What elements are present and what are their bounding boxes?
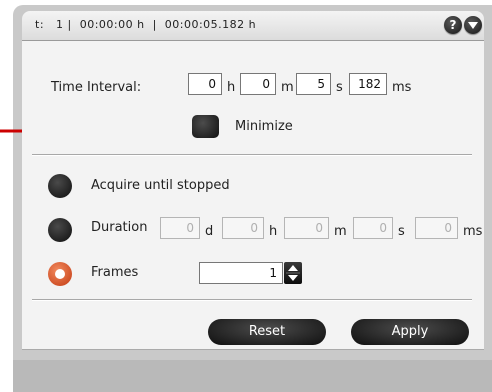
- frames-stepper[interactable]: [284, 262, 302, 284]
- interval-seconds-unit: s: [336, 80, 343, 95]
- duration-days-unit: d: [205, 224, 214, 239]
- frames-label: Frames: [91, 265, 139, 280]
- divider: [32, 154, 472, 156]
- apply-button[interactable]: Apply: [351, 319, 469, 345]
- duration-days-input[interactable]: 0: [160, 217, 200, 239]
- duration-seconds-unit: s: [398, 224, 405, 239]
- minimize-label: Minimize: [235, 119, 293, 134]
- interval-minutes-unit: m: [281, 80, 294, 95]
- frames-input[interactable]: 1: [199, 262, 283, 284]
- reset-button[interactable]: Reset: [208, 319, 326, 345]
- duration-ms-unit: ms: [463, 224, 483, 239]
- status-readout: t: 1 | 00:00:00 h | 00:00:05.182 h: [35, 18, 257, 31]
- duration-ms-input[interactable]: 0: [415, 217, 458, 239]
- duration-label: Duration: [91, 220, 148, 235]
- interval-milliseconds-unit: ms: [392, 80, 412, 95]
- divider: [32, 299, 472, 301]
- interval-hours-unit: h: [227, 80, 236, 95]
- stepper-arrows-icon: [286, 265, 300, 281]
- acquire-until-stopped-radio[interactable]: [48, 174, 72, 198]
- duration-hours-unit: h: [269, 224, 278, 239]
- panel-header: t: 1 | 00:00:00 h | 00:00:05.182 h ?: [22, 11, 484, 41]
- interval-milliseconds-input[interactable]: 182: [349, 73, 387, 95]
- interval-minutes-input[interactable]: 0: [240, 73, 276, 95]
- minimize-checkbox[interactable]: [192, 115, 219, 138]
- window-bottom-bar: [13, 360, 492, 392]
- chevron-down-icon: [468, 22, 478, 29]
- duration-hours-input[interactable]: 0: [222, 217, 264, 239]
- dropdown-menu-icon[interactable]: [464, 16, 482, 34]
- duration-seconds-input[interactable]: 0: [353, 217, 393, 239]
- help-icon-glyph: ?: [449, 18, 457, 32]
- duration-radio[interactable]: [48, 218, 72, 242]
- interval-hours-input[interactable]: 0: [188, 73, 222, 95]
- settings-panel: Time Interval: 0 h 0 m 5 s 182 ms Minimi…: [22, 41, 484, 350]
- interval-seconds-input[interactable]: 5: [296, 73, 331, 95]
- duration-minutes-input[interactable]: 0: [284, 217, 329, 239]
- help-icon[interactable]: ?: [444, 16, 462, 34]
- time-interval-label: Time Interval:: [51, 80, 142, 95]
- duration-minutes-unit: m: [334, 224, 347, 239]
- acquire-until-stopped-label: Acquire until stopped: [91, 178, 230, 193]
- frames-radio[interactable]: [48, 262, 72, 286]
